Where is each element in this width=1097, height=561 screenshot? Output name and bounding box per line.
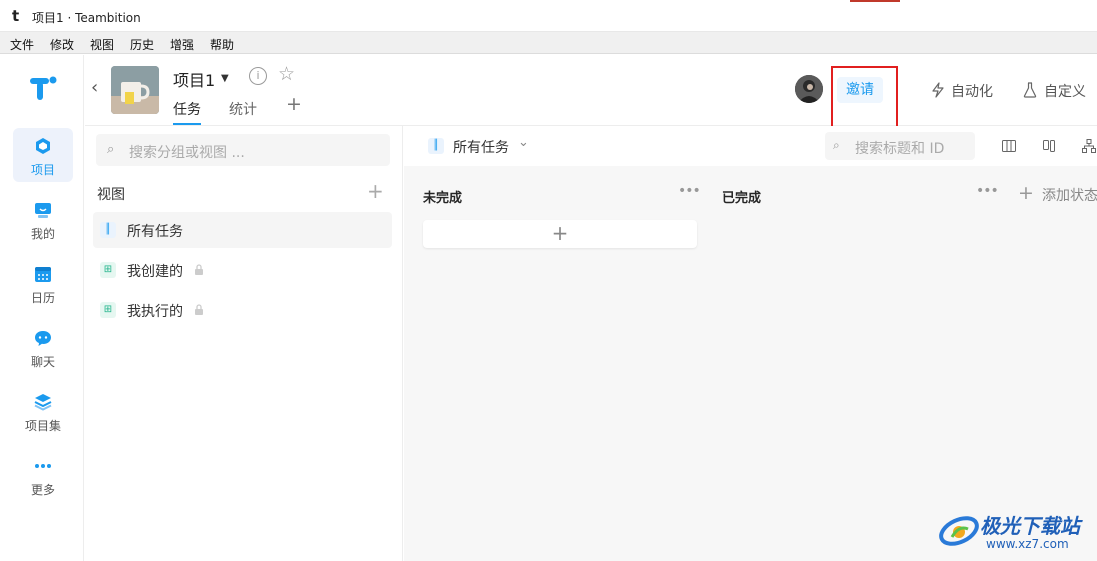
menu-enhance[interactable]: 增强 bbox=[170, 36, 194, 53]
lock-icon bbox=[195, 304, 203, 315]
board-toolbar: ║ 所有任务 ⌄ ⌕ 搜索标题和 ID bbox=[404, 126, 1097, 166]
site-watermark: 极光下载站 www.xz7.com bbox=[936, 507, 1096, 557]
lock-icon bbox=[195, 264, 203, 275]
layout-icon[interactable] bbox=[1041, 138, 1057, 154]
rail-item-chat[interactable]: 聊天 bbox=[13, 320, 73, 374]
my-icon bbox=[35, 203, 51, 218]
add-tab-plus-icon[interactable]: + bbox=[286, 93, 302, 115]
rail-item-my[interactable]: 我的 bbox=[13, 192, 73, 246]
menu-edit[interactable]: 修改 bbox=[50, 36, 74, 53]
rail-item-project-set[interactable]: 项目集 bbox=[13, 384, 73, 438]
add-task-button[interactable]: + bbox=[423, 220, 697, 248]
rail-item-more[interactable]: 更多 bbox=[13, 448, 73, 502]
views-sidebar: ⌕ 搜索分组或视图 ... 视图 + ║ 所有任务 ⊞ 我创建的 ⊞ 我执行的 bbox=[85, 126, 403, 561]
table-icon: ⊞ bbox=[100, 262, 116, 278]
rail-label: 日历 bbox=[30, 291, 55, 305]
back-arrow-icon[interactable]: ‹ bbox=[91, 77, 98, 98]
view-item-assigned-to-me[interactable]: ⊞ 我执行的 bbox=[93, 292, 392, 328]
menu-bar: 文件 修改 视图 历史 增强 帮助 bbox=[0, 32, 1097, 54]
view-item-created-by-me[interactable]: ⊞ 我创建的 bbox=[93, 252, 392, 288]
project-name[interactable]: 项目1 bbox=[173, 67, 215, 91]
task-search-placeholder: 搜索标题和 ID bbox=[855, 141, 945, 157]
menu-help[interactable]: 帮助 bbox=[210, 36, 234, 53]
hierarchy-icon[interactable] bbox=[1081, 138, 1097, 154]
title-bar: t 项目1 · Teambition bbox=[0, 0, 1097, 32]
app-logo-icon: t bbox=[12, 7, 20, 25]
view-search-placeholder: 搜索分组或视图 ... bbox=[129, 145, 245, 161]
rail-label: 项目 bbox=[30, 163, 55, 177]
rail-item-project[interactable]: 项目 bbox=[13, 128, 73, 182]
column-title-incomplete: 未完成 bbox=[423, 191, 463, 206]
view-item-label: 我创建的 bbox=[127, 264, 183, 280]
column-title-complete: 已完成 bbox=[722, 191, 762, 206]
automation-button[interactable]: 自动化 bbox=[951, 81, 993, 101]
view-switcher[interactable]: 所有任务 bbox=[453, 137, 509, 157]
watermark-logo-icon bbox=[939, 516, 979, 546]
kanban-icon: ║ bbox=[428, 138, 444, 154]
add-status-plus-icon[interactable]: + bbox=[1018, 182, 1034, 204]
menu-file[interactable]: 文件 bbox=[10, 36, 34, 53]
view-search-input[interactable]: ⌕ 搜索分组或视图 ... bbox=[96, 134, 390, 166]
project-cover-image[interactable] bbox=[111, 66, 159, 114]
chevron-down-icon[interactable]: ⌄ bbox=[518, 135, 529, 150]
close-button-edge[interactable] bbox=[850, 0, 900, 2]
add-status-button[interactable]: 添加状态 bbox=[1042, 185, 1097, 205]
lightning-icon bbox=[931, 82, 945, 102]
avatar[interactable] bbox=[795, 75, 823, 103]
task-search-input[interactable]: ⌕ 搜索标题和 ID bbox=[825, 132, 975, 160]
active-tab-indicator bbox=[173, 123, 201, 125]
tab-stats[interactable]: 统计 bbox=[229, 99, 257, 119]
rail-label: 更多 bbox=[30, 483, 55, 497]
star-icon[interactable]: ☆ bbox=[278, 63, 295, 85]
table-icon: ⊞ bbox=[100, 302, 116, 318]
chat-icon bbox=[35, 331, 51, 346]
left-rail: 项目 我的 日历 聊天 项目集 更多 bbox=[0, 55, 84, 561]
window-title: 项目1 · Teambition bbox=[32, 11, 141, 25]
info-icon[interactable]: i bbox=[249, 67, 267, 85]
views-heading: 视图 bbox=[97, 187, 125, 203]
customize-button[interactable]: 自定义 bbox=[1044, 81, 1086, 101]
project-header: ‹ 项目1 ▼ i ☆ 任务 统计 + 邀请 自动化 自定义 bbox=[85, 55, 1097, 136]
caret-down-icon[interactable]: ▼ bbox=[221, 73, 229, 84]
tab-tasks[interactable]: 任务 bbox=[173, 99, 201, 119]
rail-item-calendar[interactable]: 日历 bbox=[13, 256, 73, 310]
rail-label: 项目集 bbox=[24, 419, 61, 433]
menu-view[interactable]: 视图 bbox=[90, 36, 114, 53]
project-icon bbox=[36, 138, 50, 154]
more-icon bbox=[35, 464, 51, 468]
add-view-plus-icon[interactable]: + bbox=[367, 179, 384, 203]
menu-history[interactable]: 历史 bbox=[130, 36, 154, 53]
flask-icon bbox=[1023, 82, 1037, 102]
rail-label: 聊天 bbox=[30, 355, 55, 369]
calendar-icon bbox=[35, 267, 51, 282]
column-more-icon[interactable]: ••• bbox=[976, 183, 999, 199]
app-window: t 项目1 · Teambition 文件 修改 视图 历史 增强 帮助 项目 bbox=[0, 0, 1097, 561]
columns-icon[interactable] bbox=[1001, 138, 1017, 154]
rail-label: 我的 bbox=[30, 227, 55, 241]
watermark-url: www.xz7.com bbox=[986, 537, 1069, 551]
column-more-icon[interactable]: ••• bbox=[678, 183, 701, 199]
search-icon: ⌕ bbox=[833, 138, 840, 152]
teambition-logo-icon[interactable] bbox=[28, 75, 58, 103]
watermark-title: 极光下载站 bbox=[980, 514, 1080, 538]
view-item-all-tasks[interactable]: ║ 所有任务 bbox=[93, 212, 392, 248]
view-item-label: 所有任务 bbox=[127, 224, 183, 240]
view-item-label: 我执行的 bbox=[127, 304, 183, 320]
task-board: ║ 所有任务 ⌄ ⌕ 搜索标题和 ID 未完成 ••• + 已完成 ••• + … bbox=[404, 126, 1097, 561]
search-icon: ⌕ bbox=[107, 142, 115, 157]
kanban-icon: ║ bbox=[100, 222, 116, 238]
project-set-icon bbox=[34, 394, 52, 411]
